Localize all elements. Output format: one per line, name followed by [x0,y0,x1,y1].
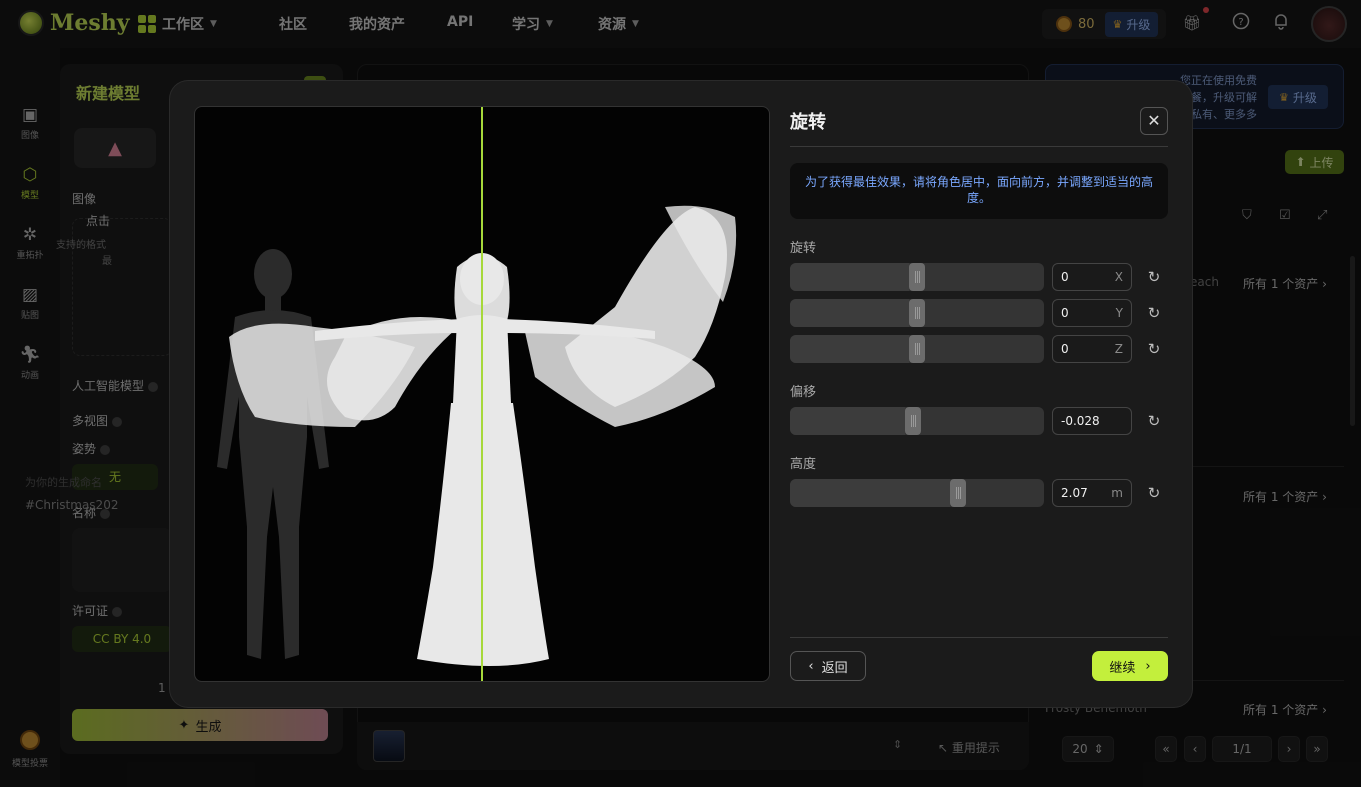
height-slider[interactable] [790,479,1044,507]
slider-fill [790,479,950,507]
offset-value: -0.028 [1061,414,1100,428]
reset-rotation-x-icon[interactable]: ↻ [1144,267,1164,287]
reset-offset-icon[interactable]: ↻ [1144,411,1164,431]
rotation-label: 旋转 [790,241,817,256]
hint-message: 为了获得最佳效果，请将角色居中，面向前方，并调整到适当的高度。 [790,163,1168,219]
height-label: 高度 [790,457,817,472]
reset-rotation-z-icon[interactable]: ↻ [1144,339,1164,359]
chevron-right-icon: › [1145,658,1151,674]
offset-input[interactable]: -0.028 [1052,407,1132,435]
continue-label: 继续 [1109,660,1136,676]
rotation-x-input[interactable]: 0 X [1052,263,1132,291]
slider-fill [790,299,909,327]
close-icon: ✕ [1147,111,1161,130]
modal-title: 旋转 [790,112,826,133]
close-button[interactable]: ✕ [1140,107,1168,135]
continue-button[interactable]: 继续 › [1092,651,1168,681]
divider [790,637,1168,638]
slider-fill [790,407,905,435]
height-value: 2.07 [1061,486,1088,500]
reset-rotation-y-icon[interactable]: ↻ [1144,303,1164,323]
reset-height-icon[interactable]: ↻ [1144,483,1164,503]
human-reference-silhouette [217,249,329,659]
model-viewport[interactable] [194,106,770,682]
back-button[interactable]: ‹ 返回 [790,651,866,681]
slider-handle[interactable] [950,479,966,507]
slider-handle[interactable] [909,299,925,327]
rotation-x-slider[interactable] [790,263,1044,291]
rotation-x-value: 0 [1061,270,1069,284]
offset-label: 偏移 [790,385,817,400]
axis-label: Y [1115,306,1123,320]
axis-label: Z [1114,342,1123,356]
slider-fill [790,335,909,363]
offset-slider[interactable] [790,407,1044,435]
rotation-y-slider[interactable] [790,299,1044,327]
viewport-scene [217,107,737,681]
rotation-z-value: 0 [1061,342,1069,356]
chevron-left-icon: ‹ [808,658,814,674]
height-input[interactable]: 2.07 m [1052,479,1132,507]
slider-fill [790,263,909,291]
rotation-z-slider[interactable] [790,335,1044,363]
slider-handle[interactable] [905,407,921,435]
axis-label: X [1114,270,1123,284]
back-label: 返回 [821,660,848,676]
rotation-y-value: 0 [1061,306,1069,320]
divider [790,146,1168,147]
height-unit: m [1111,486,1123,500]
slider-handle[interactable] [909,263,925,291]
rotation-z-input[interactable]: 0 Z [1052,335,1132,363]
rotation-y-input[interactable]: 0 Y [1052,299,1132,327]
slider-handle[interactable] [909,335,925,363]
